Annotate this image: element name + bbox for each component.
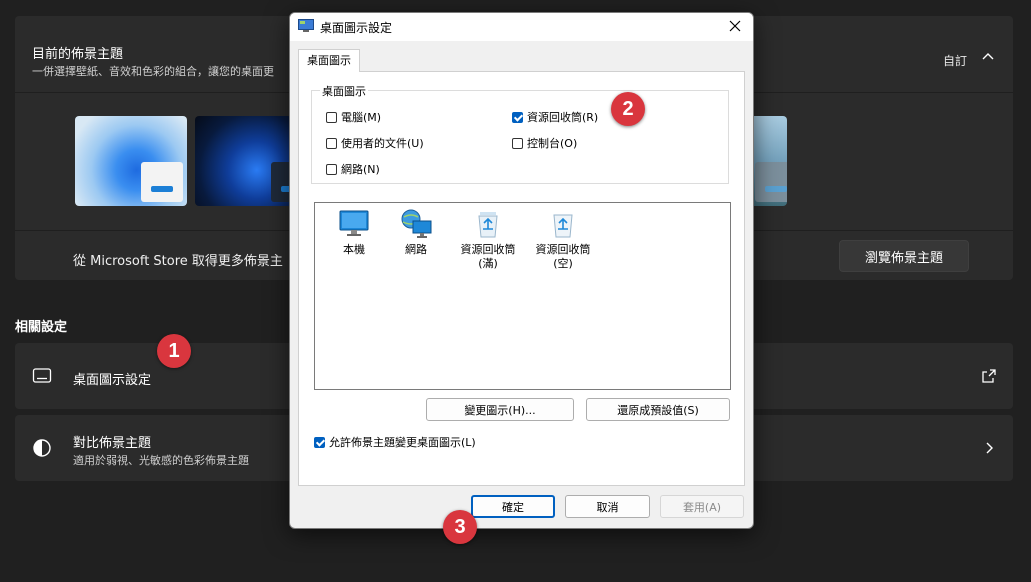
close-icon[interactable] xyxy=(723,15,747,37)
desktop-icon-settings-dialog: 桌面圖示設定 桌面圖示 桌面圖示 電腦(M) 資源回收筒(R) 使用者的文件(U… xyxy=(289,12,754,529)
desktop-icons-group: 桌面圖示 電腦(M) 資源回收筒(R) 使用者的文件(U) 控制台(O) 網路(… xyxy=(311,83,729,184)
checkbox-box[interactable] xyxy=(326,137,337,149)
contrast-themes-title: 對比佈景主題 xyxy=(73,436,152,451)
list-item-label: 資源回收筒 (空) xyxy=(535,243,591,270)
list-item-recycle-bin-full[interactable]: 資源回收筒 (滿) xyxy=(452,209,524,271)
step-badge-1: 1 xyxy=(157,334,191,368)
checkbox-label: 網路(N) xyxy=(341,163,380,176)
theme-preview-window xyxy=(755,162,787,202)
contrast-icon xyxy=(33,439,51,457)
current-theme-value: 自訂 xyxy=(942,54,967,68)
list-item-label: 資源回收筒 (滿) xyxy=(460,243,516,270)
checkbox-box[interactable] xyxy=(314,436,325,448)
checkbox-box[interactable] xyxy=(512,137,523,149)
dialog-title: 桌面圖示設定 xyxy=(320,21,393,35)
tab-desktop-icons[interactable]: 桌面圖示 xyxy=(298,49,360,72)
change-icon-button[interactable]: 變更圖示(H)... xyxy=(426,398,574,421)
group-legend: 桌面圖示 xyxy=(320,83,368,99)
recycle-bin-empty-icon xyxy=(553,214,573,238)
checkbox-label: 資源回收筒(R) xyxy=(527,111,599,124)
theme-preview-window xyxy=(141,162,183,202)
chevron-up-icon[interactable] xyxy=(981,50,995,64)
desktop-settings-icon xyxy=(298,19,314,32)
chevron-right-icon xyxy=(986,442,993,454)
list-item-network[interactable]: 網路 xyxy=(380,209,452,257)
desktop-icon xyxy=(32,368,52,383)
store-text: 從 Microsoft Store 取得更多佈景主 xyxy=(73,254,283,269)
browse-themes-button[interactable]: 瀏覽佈景主題 xyxy=(839,240,969,272)
tab-panel: 桌面圖示 電腦(M) 資源回收筒(R) 使用者的文件(U) 控制台(O) 網路(… xyxy=(298,71,745,486)
contrast-themes-subtitle: 適用於弱視、光敏感的色彩佈景主題 xyxy=(73,454,249,467)
checkbox-computer[interactable]: 電腦(M) xyxy=(326,109,381,125)
current-theme-title: 目前的佈景主題 xyxy=(32,47,124,62)
checkbox-user-files[interactable]: 使用者的文件(U) xyxy=(326,135,424,151)
checkbox-network[interactable]: 網路(N) xyxy=(326,161,380,177)
cancel-button[interactable]: 取消 xyxy=(565,495,650,518)
list-item-label: 本機 xyxy=(343,243,365,256)
desktop-icon-list[interactable]: 本機 網路 資源回收筒 (滿) 資源回收筒 (空) xyxy=(314,202,731,390)
restore-default-button[interactable]: 還原成預設值(S) xyxy=(586,398,730,421)
checkbox-control-panel[interactable]: 控制台(O) xyxy=(512,135,577,151)
checkbox-label: 允許佈景主題變更桌面圖示(L) xyxy=(329,436,476,449)
theme-thumbnail-light[interactable] xyxy=(75,116,187,206)
step-badge-3: 3 xyxy=(443,510,477,544)
monitor-icon xyxy=(339,210,369,236)
checkbox-label: 控制台(O) xyxy=(527,137,578,150)
external-link-icon xyxy=(982,369,996,383)
checkbox-box[interactable] xyxy=(512,111,523,123)
checkbox-allow-themes[interactable]: 允許佈景主題變更桌面圖示(L) xyxy=(314,434,476,450)
current-theme-subtitle: 一併選擇壁紙、音效和色彩的組合，讓您的桌面更 xyxy=(32,65,274,78)
ok-button[interactable]: 確定 xyxy=(471,495,555,518)
desktop-icon-settings-label: 桌面圖示設定 xyxy=(73,373,152,388)
checkbox-recycle-bin[interactable]: 資源回收筒(R) xyxy=(512,109,598,125)
recycle-bin-full-icon xyxy=(478,212,498,238)
list-item-recycle-bin-empty[interactable]: 資源回收筒 (空) xyxy=(527,209,599,271)
apply-button: 套用(A) xyxy=(660,495,744,518)
related-settings-title: 相關設定 xyxy=(15,320,68,335)
checkbox-box[interactable] xyxy=(326,111,337,123)
checkbox-box[interactable] xyxy=(326,163,337,175)
step-badge-2: 2 xyxy=(611,92,645,126)
list-item-label: 網路 xyxy=(405,243,427,256)
network-icon xyxy=(401,209,432,238)
checkbox-label: 電腦(M) xyxy=(341,111,382,124)
checkbox-label: 使用者的文件(U) xyxy=(341,137,424,150)
dialog-titlebar[interactable]: 桌面圖示設定 xyxy=(290,13,753,41)
